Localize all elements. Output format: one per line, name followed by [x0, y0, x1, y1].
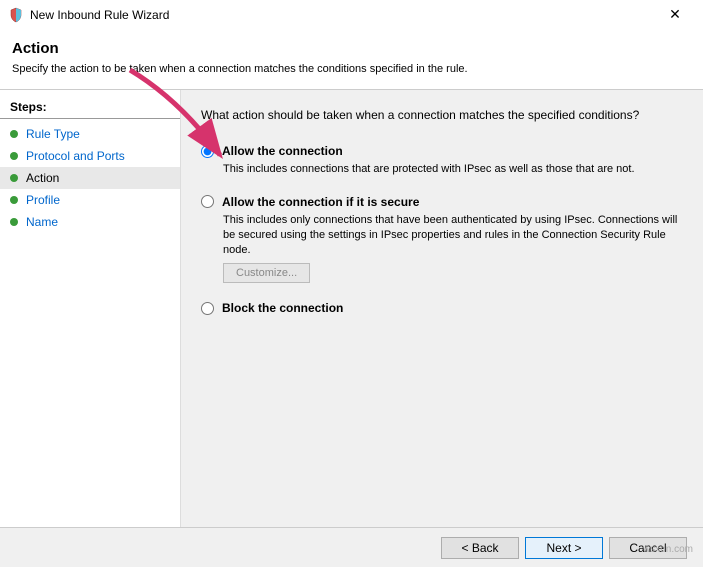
window-title: New Inbound Rule Wizard [30, 8, 655, 22]
allow-desc: This includes connections that are prote… [223, 162, 683, 177]
step-name[interactable]: Name [0, 211, 180, 233]
main-panel: What action should be taken when a conne… [180, 90, 703, 530]
action-question: What action should be taken when a conne… [201, 108, 683, 122]
next-button[interactable]: Next > [525, 537, 603, 559]
option-block: Block the connection [201, 301, 683, 315]
option-allow-secure: Allow the connection if it is secure Thi… [201, 195, 683, 284]
bullet-icon [10, 196, 18, 204]
bullet-icon [10, 130, 18, 138]
step-rule-type[interactable]: Rule Type [0, 123, 180, 145]
step-label: Name [26, 215, 58, 229]
cancel-button[interactable]: Cancel [609, 537, 687, 559]
allow-secure-desc: This includes only connections that have… [223, 213, 683, 258]
bullet-icon [10, 218, 18, 226]
radio-allow-secure-label[interactable]: Allow the connection if it is secure [222, 195, 419, 209]
bullet-icon [10, 174, 18, 182]
shield-icon [8, 7, 24, 23]
radio-block[interactable] [201, 302, 214, 315]
customize-button: Customize... [223, 263, 310, 283]
page-description: Specify the action to be taken when a co… [12, 63, 691, 75]
step-protocol-ports[interactable]: Protocol and Ports [0, 145, 180, 167]
wizard-footer: < Back Next > Cancel [0, 527, 703, 567]
wizard-body: Steps: Rule Type Protocol and Ports Acti… [0, 90, 703, 530]
step-label: Protocol and Ports [26, 149, 125, 163]
back-button[interactable]: < Back [441, 537, 519, 559]
steps-sidebar: Steps: Rule Type Protocol and Ports Acti… [0, 90, 180, 530]
wizard-header: Action Specify the action to be taken wh… [0, 30, 703, 83]
close-icon[interactable]: ✕ [655, 6, 695, 23]
radio-block-label[interactable]: Block the connection [222, 301, 343, 315]
page-title: Action [12, 40, 691, 57]
step-label: Profile [26, 193, 60, 207]
step-label: Rule Type [26, 127, 80, 141]
radio-allow[interactable] [201, 145, 214, 158]
steps-header: Steps: [0, 98, 180, 119]
bullet-icon [10, 152, 18, 160]
step-label: Action [26, 171, 59, 185]
radio-allow-label[interactable]: Allow the connection [222, 144, 343, 158]
titlebar: New Inbound Rule Wizard ✕ [0, 0, 703, 30]
step-profile[interactable]: Profile [0, 189, 180, 211]
step-action[interactable]: Action [0, 167, 180, 189]
radio-allow-secure[interactable] [201, 195, 214, 208]
option-allow: Allow the connection This includes conne… [201, 144, 683, 177]
